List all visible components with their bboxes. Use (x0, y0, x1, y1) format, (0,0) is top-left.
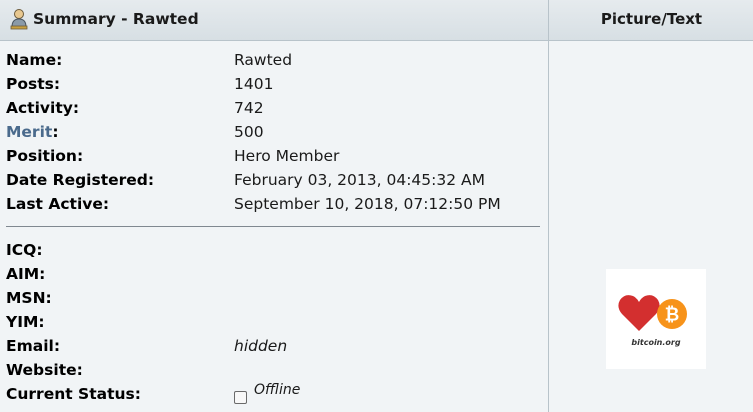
heart-bitcoin-logo-icon: ₿ bitcoin.org (618, 295, 687, 347)
section-divider (6, 226, 540, 227)
merit-colon: : (52, 123, 59, 141)
posts-value: 1401 (234, 75, 274, 93)
yim-label: YIM: (6, 313, 45, 331)
last-active-value: September 10, 2018, 07:12:50 PM (234, 195, 501, 213)
registered-value: February 03, 2013, 04:45:32 AM (234, 171, 486, 189)
page-title: Summary - Rawted (33, 10, 199, 28)
profile-summary-panel: Summary - Rawted Picture/Text Name: Rawt… (0, 0, 753, 412)
merit-link[interactable]: Merit (6, 123, 52, 141)
website-label: Website: (6, 361, 83, 379)
last-active-label: Last Active: (6, 195, 110, 213)
posts-label: Posts: (6, 75, 61, 93)
summary-header-left: Summary - Rawted (0, 0, 548, 41)
registered-label: Date Registered: (6, 171, 155, 189)
email-value: hidden (234, 337, 288, 355)
status-value: Offline (254, 382, 301, 398)
icq-label: ICQ: (6, 241, 43, 259)
user-icon (10, 9, 28, 30)
svg-text:₿: ₿ (665, 305, 680, 326)
merit-value: 500 (234, 123, 264, 141)
name-label: Name: (6, 51, 63, 69)
picture-text-label: Picture/Text (600, 10, 703, 28)
status-label: Current Status: (6, 385, 141, 403)
picture-column: ₿ bitcoin.org (548, 41, 753, 412)
position-label: Position: (6, 147, 84, 165)
offline-status-icon (234, 391, 247, 404)
summary-header: Summary - Rawted Picture/Text (0, 0, 753, 41)
msn-label: MSN: (6, 289, 52, 307)
picture-text-header: Picture/Text (548, 0, 753, 41)
activity-label: Activity: (6, 99, 80, 117)
merit-label: Merit: (6, 121, 59, 143)
activity-value: 742 (234, 99, 264, 117)
email-label: Email: (6, 337, 61, 355)
aim-label: AIM: (6, 265, 46, 283)
position-value: Hero Member (234, 147, 340, 165)
avatar-text: bitcoin.org (631, 338, 680, 347)
name-value: Rawted (234, 51, 293, 69)
avatar: ₿ bitcoin.org (606, 269, 706, 369)
